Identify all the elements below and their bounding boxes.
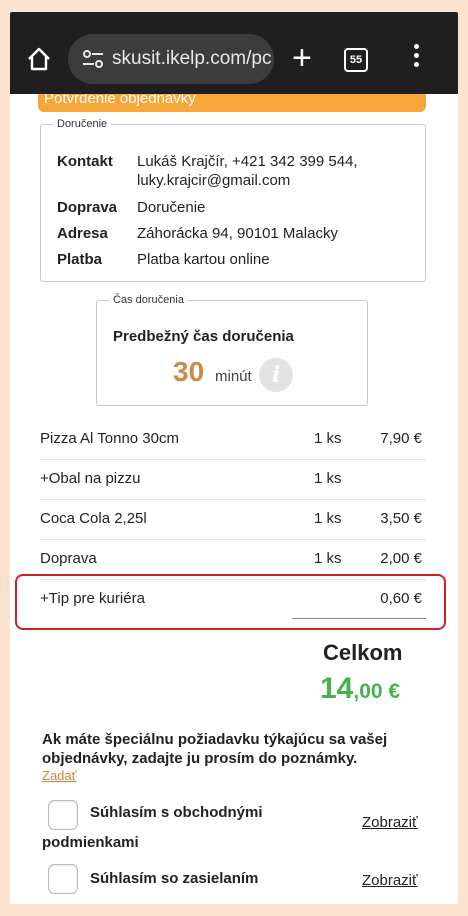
address-bar[interactable]: skusit.ikelp.com/pc — [68, 34, 274, 84]
show-newsletter-link[interactable]: Zobraziť — [362, 872, 418, 889]
new-tab-icon[interactable]: + — [292, 40, 312, 76]
item-name: Doprava — [40, 550, 97, 567]
item-qty: 1 ks — [314, 470, 342, 487]
delivery-minutes-unit: minút — [215, 368, 252, 385]
item-qty: 1 ks — [314, 430, 342, 447]
address-value: Záhorácka 94, 90101 Malacky — [137, 225, 338, 242]
delivery-legend: Doručenie — [57, 118, 108, 130]
order-item: +Obal na pizzu 1 ks — [40, 460, 426, 500]
contact-label: Kontakt — [57, 153, 113, 170]
show-terms-link[interactable]: Zobraziť — [362, 814, 418, 831]
item-qty: 1 ks — [314, 550, 342, 567]
total-label: Celkom — [323, 640, 403, 665]
contact-value-line1: Lukáš Krajčír, +421 342 399 544, — [137, 153, 358, 170]
transport-label: Doprava — [57, 199, 118, 216]
more-menu-icon[interactable] — [414, 44, 420, 71]
payment-label: Platba — [57, 251, 103, 268]
contact-value-line2: luky.krajcir@gmail.com — [137, 172, 291, 189]
payment-value: Platba kartou online — [137, 251, 270, 268]
browser-toolbar: skusit.ikelp.com/pc + 55 — [10, 12, 458, 94]
info-icon[interactable]: i — [259, 358, 293, 392]
terms-label-line2: podmienkami — [42, 834, 139, 851]
item-price: 7,90 € — [380, 430, 422, 447]
order-item: Coca Cola 2,25l 1 ks 3,50 € — [40, 500, 426, 540]
total-amount: 14,00 € — [320, 672, 401, 705]
address-label: Adresa — [57, 225, 108, 242]
delivery-time-box: Čas doručenia Predbežný čas doručenia 30… — [96, 294, 368, 406]
tip-highlight-frame — [15, 574, 446, 630]
item-name: Pizza Al Tonno 30cm — [40, 430, 179, 447]
tab-switcher-button[interactable]: 55 — [344, 48, 368, 72]
delivery-time-legend: Čas doručenia — [113, 294, 184, 306]
item-price: 2,00 € — [380, 550, 422, 567]
terms-checkbox[interactable] — [48, 800, 78, 830]
newsletter-label: Súhlasím so zasielaním — [90, 870, 259, 887]
phone-screen: skusit.ikelp.com/pc + 55 Potvrdenie obje… — [10, 12, 458, 904]
order-confirmation-banner: Potvrdenie objednávky — [38, 94, 426, 112]
delivery-time-title: Predbežný čas doručenia — [113, 328, 294, 345]
delivery-minutes: 30 — [173, 356, 205, 387]
home-icon[interactable] — [26, 46, 52, 72]
site-settings-icon[interactable] — [82, 49, 104, 69]
order-item: Pizza Al Tonno 30cm 1 ks 7,90 € — [40, 420, 426, 460]
item-qty: 1 ks — [314, 510, 342, 527]
transport-value: Doručenie — [137, 199, 206, 216]
special-request-note: Ak máte špeciálnu požiadavku týkajúcu sa… — [42, 731, 388, 767]
url-text: skusit.ikelp.com/pc — [112, 48, 272, 69]
terms-label-line1: Súhlasím s obchodnými — [90, 804, 263, 821]
newsletter-checkbox[interactable] — [48, 864, 78, 894]
item-name: Coca Cola 2,25l — [40, 510, 147, 527]
delivery-section: Doručenie Kontakt Lukáš Krajčír, +421 34… — [40, 118, 426, 282]
add-note-link[interactable]: Zadať — [42, 768, 77, 783]
item-name: +Obal na pizzu — [40, 470, 141, 487]
item-price: 3,50 € — [380, 510, 422, 527]
